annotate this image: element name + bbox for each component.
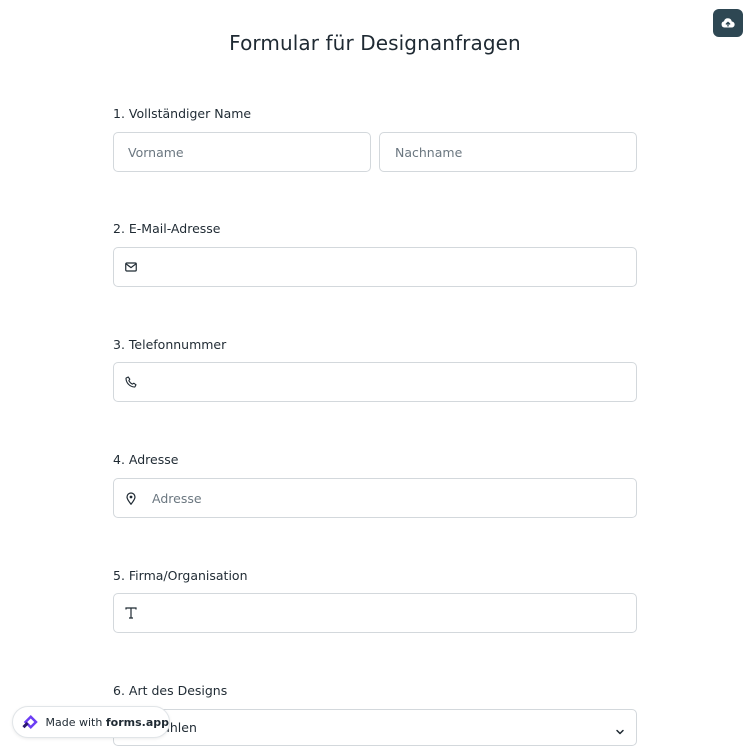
text-icon — [124, 606, 138, 620]
location-pin-icon — [124, 491, 138, 505]
made-with-prefix: Made with — [45, 715, 103, 729]
first-name-input[interactable]: Vorname — [113, 132, 371, 172]
form-title: Formular für Designanfragen — [229, 31, 521, 55]
address-label: 4. Adresse — [113, 452, 179, 467]
phone-icon — [124, 375, 138, 389]
cloud-upload-icon — [721, 18, 735, 28]
form-page: Formular für Designanfragen 1. Vollständ… — [0, 0, 750, 750]
phone-label: 3. Telefonnummer — [113, 337, 227, 352]
forms-app-logo — [22, 715, 38, 729]
design-type-label: 6. Art des Designs — [113, 683, 228, 698]
mail-icon — [124, 260, 138, 274]
phone-input[interactable] — [113, 362, 637, 402]
full-name-label: 1. Vollständiger Name — [113, 106, 252, 121]
company-input[interactable] — [113, 593, 637, 633]
first-name-placeholder: Vorname — [128, 144, 184, 160]
company-label: 5. Firma/Organisation — [113, 568, 248, 583]
email-input[interactable] — [113, 247, 637, 287]
design-type-select[interactable]: Auswählen — [113, 709, 637, 746]
last-name-input[interactable]: Nachname — [379, 132, 637, 172]
made-with-text: Made with forms.app — [46, 716, 169, 729]
chevron-down-icon — [615, 722, 625, 741]
address-input[interactable]: Adresse — [113, 478, 637, 518]
brand-name: forms.app — [105, 715, 169, 729]
address-placeholder: Adresse — [152, 490, 202, 506]
email-label: 2. E-Mail-Adresse — [113, 221, 221, 236]
last-name-placeholder: Nachname — [395, 144, 463, 160]
made-with-badge[interactable]: Made with forms.app — [12, 706, 170, 738]
